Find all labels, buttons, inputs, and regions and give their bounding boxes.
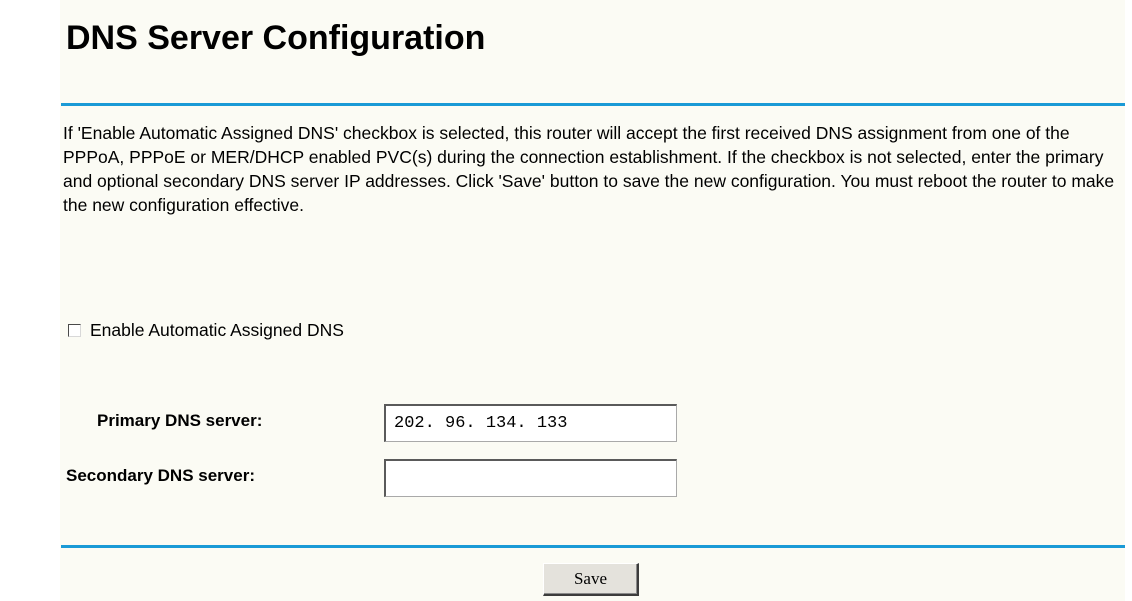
secondary-dns-input[interactable] (384, 459, 677, 497)
secondary-dns-label: Secondary DNS server: (66, 466, 255, 485)
save-button[interactable]: Save (543, 563, 639, 596)
auto-dns-option[interactable]: Enable Automatic Assigned DNS (68, 318, 344, 342)
bottom-divider (61, 545, 1125, 548)
top-divider (61, 103, 1125, 106)
auto-dns-checkbox[interactable] (68, 323, 81, 337)
page-description: If 'Enable Automatic Assigned DNS' check… (63, 123, 1115, 215)
primary-dns-input[interactable] (384, 404, 677, 442)
page: DNS Server Configuration If 'Enable Auto… (0, 0, 1132, 601)
content-panel (60, 0, 1125, 601)
primary-dns-label: Primary DNS server: (97, 411, 263, 430)
page-title: DNS Server Configuration (66, 19, 486, 57)
auto-dns-label: Enable Automatic Assigned DNS (90, 319, 344, 340)
